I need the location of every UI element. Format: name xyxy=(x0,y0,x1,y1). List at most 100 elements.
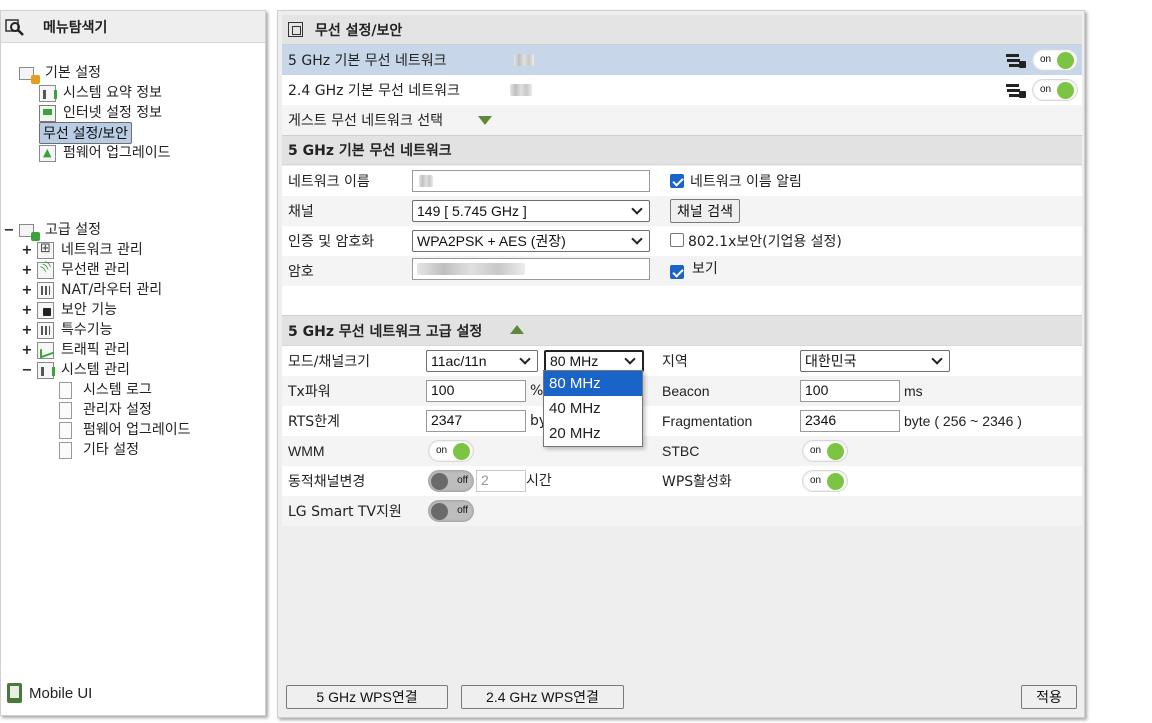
show-password-checkbox[interactable] xyxy=(670,265,684,279)
channel-width-select[interactable]: 80 MHz xyxy=(544,350,644,372)
expand-icon[interactable]: + xyxy=(21,263,33,278)
tree-basic-label: 기본 설정 xyxy=(45,65,101,81)
tree-item-admin-settings[interactable]: 관리자 설정 xyxy=(59,400,155,420)
folder-icon xyxy=(19,66,40,84)
router-icon xyxy=(37,281,54,299)
page-icon xyxy=(59,441,72,459)
rts-input[interactable]: 2347 xyxy=(426,410,526,432)
toggle-text: on xyxy=(810,475,822,486)
dropdown-option[interactable]: 20 MHz xyxy=(544,421,642,446)
region-select[interactable]: 대한민국 xyxy=(800,350,950,372)
rts-label: RTS한계 xyxy=(288,414,340,430)
show-password-label: 보기 xyxy=(692,261,718,277)
toggle-text: on xyxy=(436,445,448,456)
tree-item-label: 펌웨어 업그레이드 xyxy=(63,145,171,161)
dropdown-option[interactable]: 40 MHz xyxy=(544,396,642,421)
tree-item-internet-info[interactable]: 인터넷 설정 정보 xyxy=(39,103,165,123)
ssid-redacted xyxy=(514,54,534,66)
network-5ghz-toggle[interactable]: on xyxy=(1032,49,1078,71)
expand-icon[interactable]: + xyxy=(21,283,33,298)
toggle-knob xyxy=(827,473,844,490)
mobile-ui-link[interactable]: Mobile UI xyxy=(7,683,92,703)
expand-icon[interactable]: + xyxy=(21,243,33,258)
dynamic-channel-label: 동적채널변경 xyxy=(288,474,366,490)
tree-advanced-settings[interactable]: − 고급 설정 xyxy=(3,220,104,241)
tree-group-traffic[interactable]: + 트래픽 관리 xyxy=(21,340,133,360)
toggle-knob xyxy=(431,503,448,520)
tree-group-special[interactable]: + 특수기능 xyxy=(21,320,116,340)
row-mode: 모드/채널크기 11ac/11n 80 MHz 지역 대한민국 xyxy=(282,346,1082,376)
tree-item-system-summary[interactable]: 시스템 요약 정보 xyxy=(39,83,165,103)
toggle-text: on xyxy=(810,445,822,456)
page-icon xyxy=(59,421,72,439)
network-24ghz-toggle[interactable]: on xyxy=(1032,79,1078,101)
dynamic-channel-toggle[interactable]: off xyxy=(428,470,474,492)
tree-item-firmware[interactable]: 펌웨어 업그레이드 xyxy=(59,420,194,440)
wps-5ghz-button[interactable]: 5 GHz WPS연결 xyxy=(286,685,448,709)
lg-tv-toggle[interactable]: off xyxy=(428,500,474,522)
mode-label: 모드/채널크기 xyxy=(288,354,370,370)
channel-search-button[interactable]: 채널 검색 xyxy=(670,199,740,223)
tree-group-network[interactable]: + 네트워크 관리 xyxy=(21,240,146,260)
password-input[interactable] xyxy=(412,258,650,280)
collapse-icon[interactable]: − xyxy=(3,223,15,238)
toggle-knob xyxy=(1057,52,1074,69)
network-row-24ghz[interactable]: 2.4 GHz 기본 무선 네트워크 on xyxy=(282,75,1082,105)
tree-group-label: 무선랜 관리 xyxy=(61,262,130,278)
expand-icon[interactable]: + xyxy=(21,323,33,338)
dropdown-option[interactable]: 80 MHz xyxy=(544,371,642,396)
tree-item-other-settings[interactable]: 기타 설정 xyxy=(59,440,142,460)
tree-group-wlan[interactable]: + 무선랜 관리 xyxy=(21,260,133,280)
collapse-triangle-icon[interactable] xyxy=(510,325,524,334)
channel-select[interactable]: 149 [ 5.745 GHz ] xyxy=(412,200,650,222)
broadcast-checkbox[interactable] xyxy=(670,174,684,188)
expand-icon[interactable]: + xyxy=(21,343,33,358)
tree-group-label: 시스템 관리 xyxy=(61,362,130,378)
stbc-label: STBC xyxy=(662,443,700,459)
expand-triangle-icon[interactable] xyxy=(478,116,492,125)
expand-icon[interactable]: + xyxy=(21,303,33,318)
toggle-knob xyxy=(827,443,844,460)
tx-label: Tx파워 xyxy=(288,384,331,400)
wmm-toggle[interactable]: on xyxy=(428,440,474,462)
auth-select[interactable]: WPA2PSK + AES (권장) xyxy=(412,230,650,252)
guest-network-label: 게스트 무선 네트워크 선택 xyxy=(288,113,444,129)
collapse-icon[interactable]: − xyxy=(21,363,33,378)
section-5ghz-basic: 5 GHz 기본 무선 네트워크 xyxy=(282,135,1082,165)
bar-chart-icon xyxy=(37,361,55,379)
tx-input[interactable]: 100 xyxy=(426,380,526,402)
tree-basic-settings[interactable]: 기본 설정 xyxy=(19,63,104,84)
enterprise-checkbox[interactable] xyxy=(670,233,684,247)
chevron-down-icon xyxy=(631,233,643,245)
ssid-redacted xyxy=(510,84,532,96)
panel-header: 무선 설정/보안 xyxy=(282,15,1082,45)
guest-network-row[interactable]: 게스트 무선 네트워크 선택 xyxy=(282,105,1082,135)
tree-item-wireless-security[interactable]: 무선 설정/보안 xyxy=(39,122,133,144)
mode-select[interactable]: 11ac/11n xyxy=(426,350,538,372)
wps-24ghz-button[interactable]: 2.4 GHz WPS연결 xyxy=(461,685,624,709)
mobile-phone-icon xyxy=(7,683,22,703)
tree-group-nat[interactable]: + NAT/라우터 관리 xyxy=(21,280,165,300)
filter-lock-icon[interactable] xyxy=(1006,82,1026,98)
network-row-5ghz[interactable]: 5 GHz 기본 무선 네트워크 on xyxy=(282,45,1082,75)
tree-item-system-log[interactable]: 시스템 로그 xyxy=(59,380,155,400)
apply-button[interactable]: 적용 xyxy=(1021,685,1077,709)
chevron-down-icon xyxy=(931,353,943,365)
fragmentation-input[interactable]: 2346 xyxy=(800,410,900,432)
menu-explorer-title: 메뉴탐색기 xyxy=(43,19,108,36)
page-icon xyxy=(59,381,72,399)
network-name-input[interactable] xyxy=(412,170,650,192)
filter-lock-icon[interactable] xyxy=(1006,52,1026,68)
toggle-text: on xyxy=(1040,54,1052,65)
beacon-input[interactable]: 100 xyxy=(800,380,900,402)
tree-group-security[interactable]: + 보안 기능 xyxy=(21,300,120,320)
tree-group-system[interactable]: − 시스템 관리 xyxy=(21,360,133,380)
channel-width-dropdown[interactable]: 80 MHz 40 MHz 20 MHz xyxy=(543,370,643,447)
password-label: 암호 xyxy=(288,264,314,280)
tree-item-firmware-upgrade[interactable]: 펌웨어 업그레이드 xyxy=(39,143,174,163)
stbc-toggle[interactable]: on xyxy=(802,440,848,462)
wps-enable-toggle[interactable]: on xyxy=(802,470,848,492)
enterprise-label: 802.1x보안(기업용 설정) xyxy=(688,234,842,250)
tree-item-label: 무선 설정/보안 xyxy=(39,122,133,144)
dynamic-channel-hours-input[interactable]: 2 xyxy=(476,470,526,492)
